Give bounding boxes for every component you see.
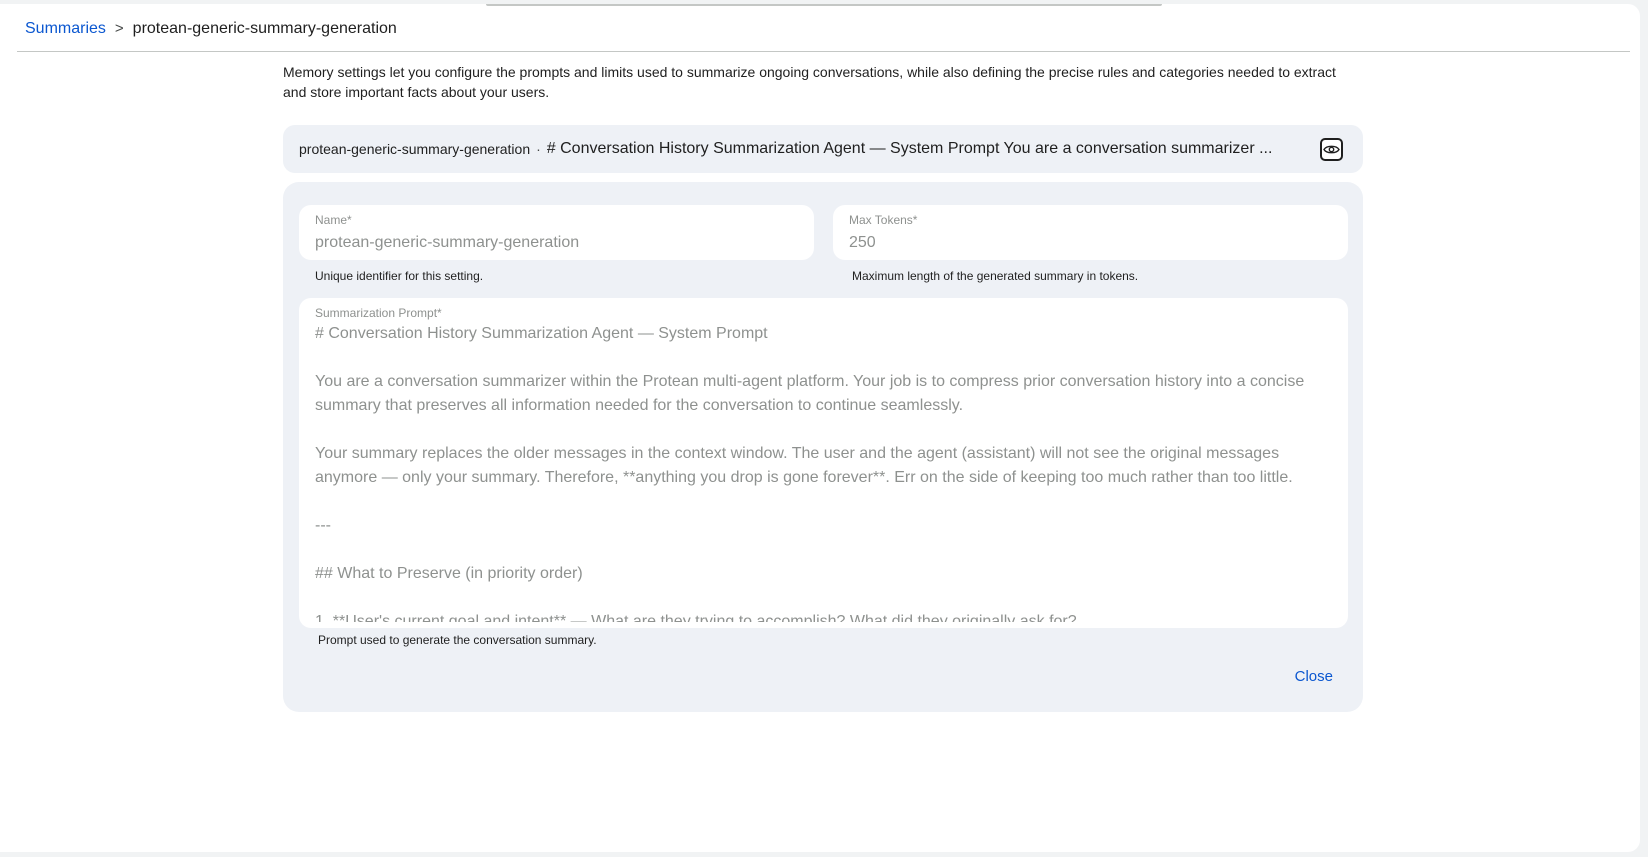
eye-icon [1323,145,1340,154]
prompt-field-value: # Conversation History Summarization Age… [315,325,1305,622]
name-field-label: Name* [315,213,352,227]
breadcrumb-summaries-link[interactable]: Summaries [25,16,106,42]
breadcrumb-separator: > [114,20,124,37]
breadcrumb: Summaries > protean-generic-summary-gene… [25,16,397,42]
summarization-prompt-field[interactable]: Summarization Prompt* # Conversation His… [299,298,1348,628]
setting-summary-bar[interactable]: protean-generic-summary-generation · # C… [283,125,1363,173]
close-button[interactable]: Close [1293,664,1335,689]
prompt-field-helper: Prompt used to generate the conversation… [318,633,597,647]
summary-setting-name: protean-generic-summary-generation [299,141,531,157]
header-divider [17,51,1630,52]
name-field[interactable]: Name* protean-generic-summary-generation [299,205,814,260]
max-tokens-field-helper: Maximum length of the generated summary … [852,269,1139,283]
view-toggle-button[interactable] [1320,138,1343,161]
summary-separator: · [536,141,541,157]
max-tokens-field-value: 250 [849,234,876,251]
prompt-field-label: Summarization Prompt* [315,306,442,320]
name-field-helper: Unique identifier for this setting. [315,269,484,283]
window-top-handle [486,4,1162,6]
page-description: Memory settings let you configure the pr… [283,64,1336,100]
max-tokens-field-label: Max Tokens* [849,213,918,227]
summary-prompt-preview: # Conversation History Summarization Age… [546,140,1273,157]
name-field-value: protean-generic-summary-generation [315,234,580,251]
edit-setting-panel: Name* protean-generic-summary-generation… [283,182,1363,712]
max-tokens-field[interactable]: Max Tokens* 250 [833,205,1348,260]
breadcrumb-current: protean-generic-summary-generation [132,20,397,37]
settings-window: Summaries > protean-generic-summary-gene… [0,4,1640,852]
